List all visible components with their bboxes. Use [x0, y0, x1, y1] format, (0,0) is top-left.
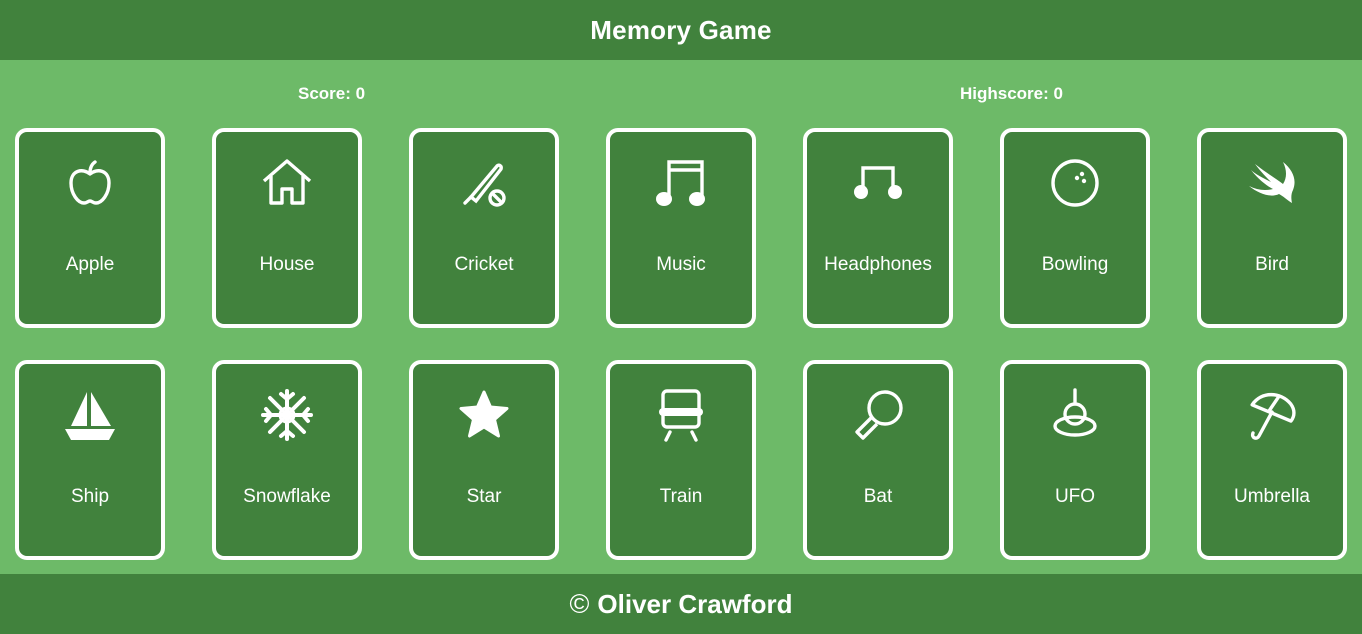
card-label: Cricket [454, 254, 514, 275]
card-bat[interactable]: Bat [803, 360, 953, 560]
card-bowling[interactable]: Bowling [1000, 128, 1150, 328]
card-cricket[interactable]: Cricket [409, 128, 559, 328]
card-label: Star [466, 486, 502, 507]
card-house[interactable]: House [212, 128, 362, 328]
ship-icon [63, 388, 117, 442]
headphones-icon [851, 156, 905, 210]
card-umbrella[interactable]: Umbrella [1197, 360, 1347, 560]
card-label: Umbrella [1233, 486, 1311, 507]
star-icon [457, 388, 511, 442]
music-icon [654, 156, 708, 210]
header: Memory Game [0, 0, 1362, 60]
score-display: Score: 0 [298, 84, 366, 103]
card-grid: Apple House Cricket Music Headphones Bow… [15, 128, 1347, 560]
card-label: Headphones [824, 254, 932, 275]
bowling-icon [1048, 156, 1102, 210]
bat-icon [851, 388, 905, 442]
score-bar: Score: 0 Highscore: 0 [0, 84, 1362, 108]
train-icon [654, 388, 708, 442]
card-bird[interactable]: Bird [1197, 128, 1347, 328]
footer: © Oliver Crawford [0, 574, 1362, 634]
footer-author: Oliver Crawford [597, 588, 793, 619]
card-label: Bird [1255, 254, 1289, 275]
cricket-icon [457, 156, 511, 210]
page-title: Memory Game [590, 14, 772, 45]
bird-icon [1245, 156, 1299, 210]
card-apple[interactable]: Apple [15, 128, 165, 328]
card-label: Bat [863, 486, 893, 507]
highscore-display: Highscore: 0 [960, 84, 1063, 103]
card-label: Music [656, 254, 706, 275]
card-label: Bowling [1041, 254, 1109, 275]
umbrella-icon [1245, 388, 1299, 442]
card-headphones[interactable]: Headphones [803, 128, 953, 328]
card-star[interactable]: Star [409, 360, 559, 560]
ufo-icon [1048, 388, 1102, 442]
card-ufo[interactable]: UFO [1000, 360, 1150, 560]
card-train[interactable]: Train [606, 360, 756, 560]
card-label: Apple [65, 254, 115, 275]
card-label: House [259, 254, 315, 275]
card-music[interactable]: Music [606, 128, 756, 328]
card-label: Train [659, 486, 703, 507]
house-icon [260, 156, 314, 210]
card-label: UFO [1054, 486, 1096, 507]
card-snowflake[interactable]: Snowflake [212, 360, 362, 560]
copyright-symbol: © [569, 588, 590, 619]
card-label: Snowflake [243, 486, 331, 507]
card-label: Ship [70, 486, 110, 507]
card-ship[interactable]: Ship [15, 360, 165, 560]
snowflake-icon [260, 388, 314, 442]
apple-icon [63, 156, 117, 210]
